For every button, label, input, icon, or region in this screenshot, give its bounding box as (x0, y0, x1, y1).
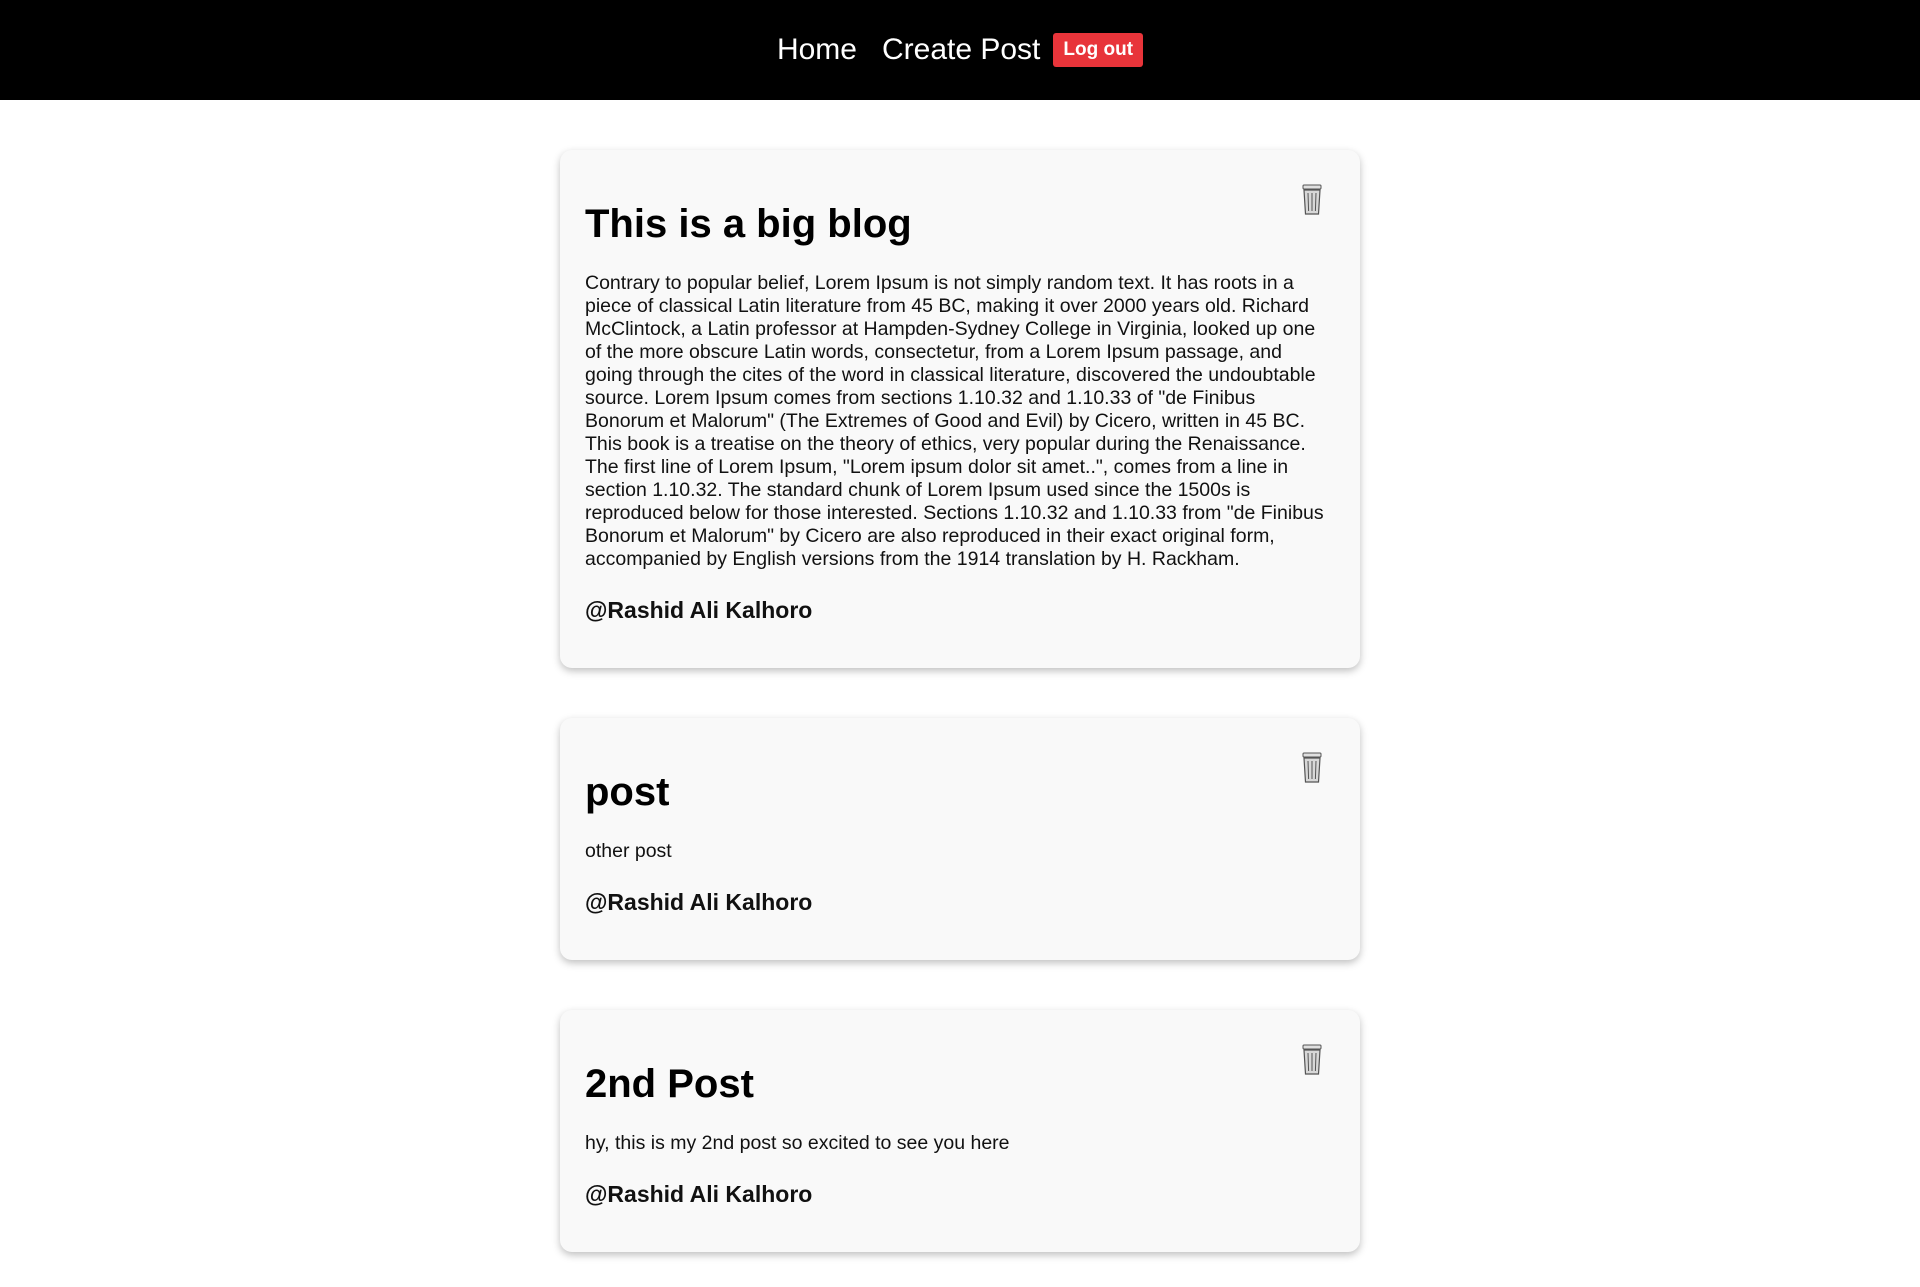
posts-list: This is a big blog Contrary to popular b… (560, 150, 1360, 1252)
post-title: post (585, 770, 670, 814)
nav-create-post-link[interactable]: Create Post (882, 33, 1040, 67)
top-navbar: Home Create Post Log out (0, 0, 1920, 100)
trash-icon (1302, 752, 1322, 783)
post-body: hy, this is my 2nd post so excited to se… (585, 1132, 1010, 1154)
delete-post-button[interactable] (1300, 184, 1324, 216)
delete-post-button[interactable] (1300, 752, 1324, 784)
trash-icon (1302, 1044, 1322, 1075)
post-author: @Rashid Ali Kalhoro (585, 597, 813, 623)
post-title: 2nd Post (585, 1062, 754, 1106)
post-card: post other post @Rashid Ali Kalhoro (560, 718, 1360, 960)
post-card: This is a big blog Contrary to popular b… (560, 150, 1360, 668)
post-author: @Rashid Ali Kalhoro (585, 1181, 813, 1207)
delete-post-button[interactable] (1300, 1044, 1324, 1076)
post-body: Contrary to popular belief, Lorem Ipsum … (585, 272, 1324, 570)
post-card: 2nd Post hy, this is my 2nd post so exci… (560, 1010, 1360, 1252)
trash-icon (1302, 184, 1322, 215)
logout-button[interactable]: Log out (1053, 33, 1144, 67)
post-title: This is a big blog (585, 202, 912, 246)
nav-home-link[interactable]: Home (777, 33, 857, 67)
post-body: other post (585, 840, 672, 862)
post-author: @Rashid Ali Kalhoro (585, 889, 813, 915)
